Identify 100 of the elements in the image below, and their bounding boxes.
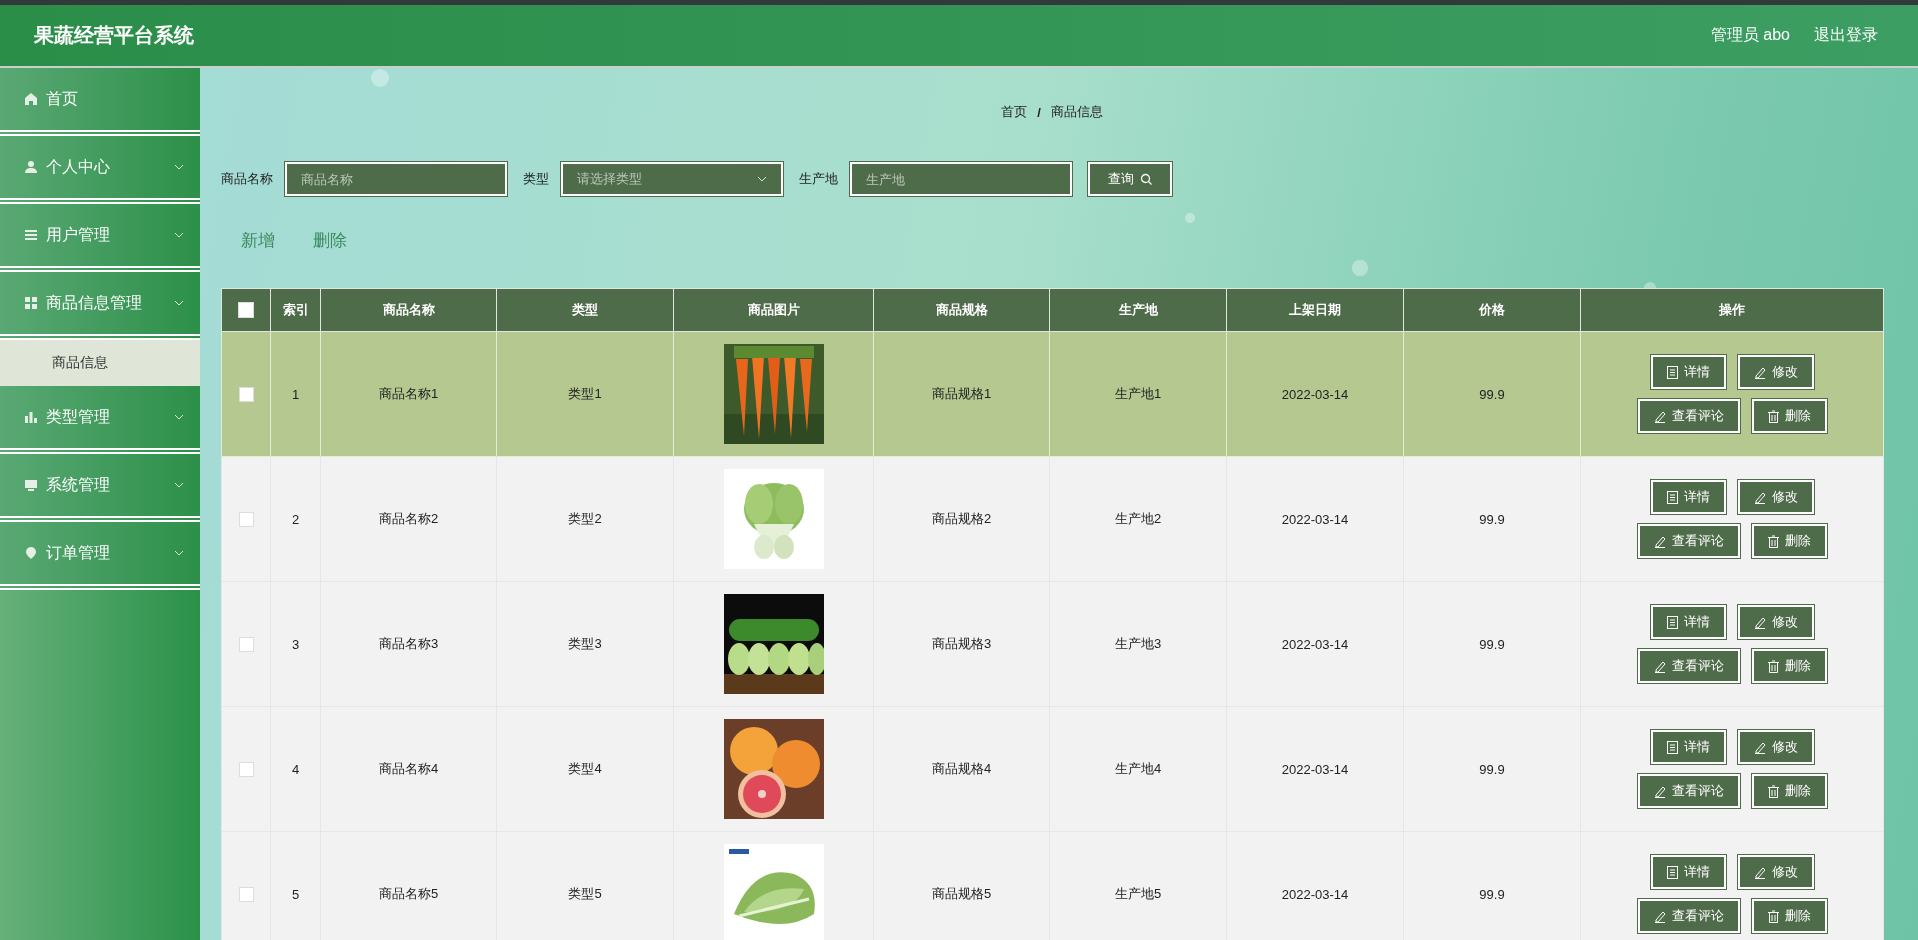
row-checkbox[interactable] <box>238 887 254 903</box>
trash-icon <box>1767 534 1779 548</box>
document-icon <box>1666 365 1678 379</box>
action-button[interactable]: 查看评论 <box>1637 774 1740 808</box>
action-button[interactable]: 修改 <box>1737 480 1814 514</box>
action-button[interactable]: 修改 <box>1737 355 1814 389</box>
pencil-icon <box>1753 865 1766 879</box>
table-cell: 商品名称3 <box>320 581 497 707</box>
search-button[interactable]: 查询 <box>1088 162 1172 196</box>
app-title: 果蔬经营平台系统 <box>34 23 195 48</box>
table-cell: 商品名称4 <box>320 706 497 832</box>
action-button[interactable]: 查看评论 <box>1637 899 1740 933</box>
trash-icon <box>1767 784 1779 798</box>
column-header: 操作 <box>1580 288 1884 332</box>
table-cell: 2022-03-14 <box>1226 706 1404 832</box>
table-cell: 5 <box>270 831 321 940</box>
chevron-down-icon <box>174 482 184 488</box>
chevron-down-icon <box>174 550 184 556</box>
chevron-down-icon <box>174 414 184 420</box>
search-field[interactable]: 商品名称 <box>285 162 507 196</box>
table-cell: 2 <box>270 456 321 582</box>
table-cell: 商品规格2 <box>873 456 1050 582</box>
sidebar-item[interactable]: 商品信息管理 <box>0 272 200 340</box>
chevron-down-icon <box>174 164 184 170</box>
pencil-icon <box>1653 784 1666 798</box>
column-header: 索引 <box>270 288 321 332</box>
user-name: 管理员 abo <box>1710 25 1790 45</box>
table-cell: 1 <box>270 331 321 457</box>
list-icon <box>24 228 38 242</box>
row-checkbox[interactable] <box>238 512 254 528</box>
row-checkbox[interactable] <box>238 637 254 653</box>
table-cell: 商品名称1 <box>320 331 497 457</box>
field-label: 商品名称 <box>221 170 273 188</box>
breadcrumb-separator: / <box>1037 104 1041 120</box>
select-all-checkbox[interactable] <box>221 288 271 332</box>
action-button[interactable]: 修改 <box>1737 605 1814 639</box>
chevron-down-icon <box>174 300 184 306</box>
table-cell: 类型3 <box>496 581 674 707</box>
action-button[interactable]: 删除 <box>1751 899 1827 933</box>
column-header: 类型 <box>496 288 674 332</box>
chevron-down-icon <box>757 176 767 182</box>
action-button[interactable]: 查看评论 <box>1637 649 1740 683</box>
search-field[interactable]: 生产地 <box>850 162 1072 196</box>
action-button[interactable]: 删除 <box>1751 774 1827 808</box>
trash-icon <box>1767 659 1779 673</box>
table-cell: 生产地1 <box>1049 331 1227 457</box>
row-checkbox[interactable] <box>238 762 254 778</box>
sidebar-item[interactable]: 类型管理 <box>0 386 200 454</box>
sidebar-item[interactable]: 首页 <box>0 68 200 136</box>
action-button[interactable]: 详情 <box>1650 855 1726 889</box>
column-header: 商品规格 <box>873 288 1050 332</box>
action-button[interactable]: 修改 <box>1737 855 1814 889</box>
sidebar-item[interactable]: 订单管理 <box>0 522 200 590</box>
action-button[interactable]: 查看评论 <box>1637 399 1740 433</box>
field-label: 类型 <box>523 170 549 188</box>
action-button[interactable]: 修改 <box>1737 730 1814 764</box>
table-cell: 商品规格3 <box>873 581 1050 707</box>
type-select[interactable]: 请选择类型 <box>561 162 783 196</box>
table-cell: 生产地5 <box>1049 831 1227 940</box>
table-cell: 商品名称2 <box>320 456 497 582</box>
pencil-icon <box>1653 409 1666 423</box>
document-icon <box>1666 740 1678 754</box>
table-cell: 类型4 <box>496 706 674 832</box>
person-icon <box>24 160 38 174</box>
bar-chart-icon <box>24 410 38 424</box>
pencil-icon <box>1653 659 1666 673</box>
document-icon <box>1666 615 1678 629</box>
sidebar-subitem[interactable]: 商品信息 <box>0 340 200 386</box>
row-checkbox[interactable] <box>238 387 254 403</box>
breadcrumb-item: 商品信息 <box>1050 103 1103 121</box>
field-label: 生产地 <box>799 170 838 188</box>
action-button[interactable]: 查看评论 <box>1637 524 1740 558</box>
table-cell: 2022-03-14 <box>1226 456 1404 582</box>
action-button[interactable]: 删除 <box>1751 649 1827 683</box>
action-button[interactable]: 详情 <box>1650 730 1726 764</box>
table-cell: 生产地2 <box>1049 456 1227 582</box>
breadcrumb-item[interactable]: 首页 <box>1001 103 1028 121</box>
pencil-icon <box>1753 365 1766 379</box>
action-button[interactable]: 删除 <box>1751 399 1827 433</box>
action-button[interactable]: 详情 <box>1650 605 1726 639</box>
table-cell: 4 <box>270 706 321 832</box>
table-cell: 商品规格1 <box>873 331 1050 457</box>
column-header: 生产地 <box>1049 288 1227 332</box>
pencil-icon <box>1653 909 1666 923</box>
action-button[interactable]: 详情 <box>1650 355 1726 389</box>
action-button[interactable]: 删除 <box>1751 524 1827 558</box>
action-button[interactable]: 详情 <box>1650 480 1726 514</box>
table-cell: 商品规格5 <box>873 831 1050 940</box>
table-cell: 类型1 <box>496 331 674 457</box>
pencil-icon <box>1753 615 1766 629</box>
sidebar-item[interactable]: 用户管理 <box>0 204 200 272</box>
column-header: 商品图片 <box>673 288 874 332</box>
search-icon <box>1140 173 1152 185</box>
sidebar-item[interactable]: 系统管理 <box>0 454 200 522</box>
pencil-icon <box>1753 490 1766 504</box>
sidebar-item[interactable]: 个人中心 <box>0 136 200 204</box>
table-cell: 生产地4 <box>1049 706 1227 832</box>
logout-link[interactable]: 退出登录 <box>1814 25 1878 46</box>
table-cell: 99.9 <box>1403 456 1581 582</box>
home-icon <box>24 92 38 106</box>
